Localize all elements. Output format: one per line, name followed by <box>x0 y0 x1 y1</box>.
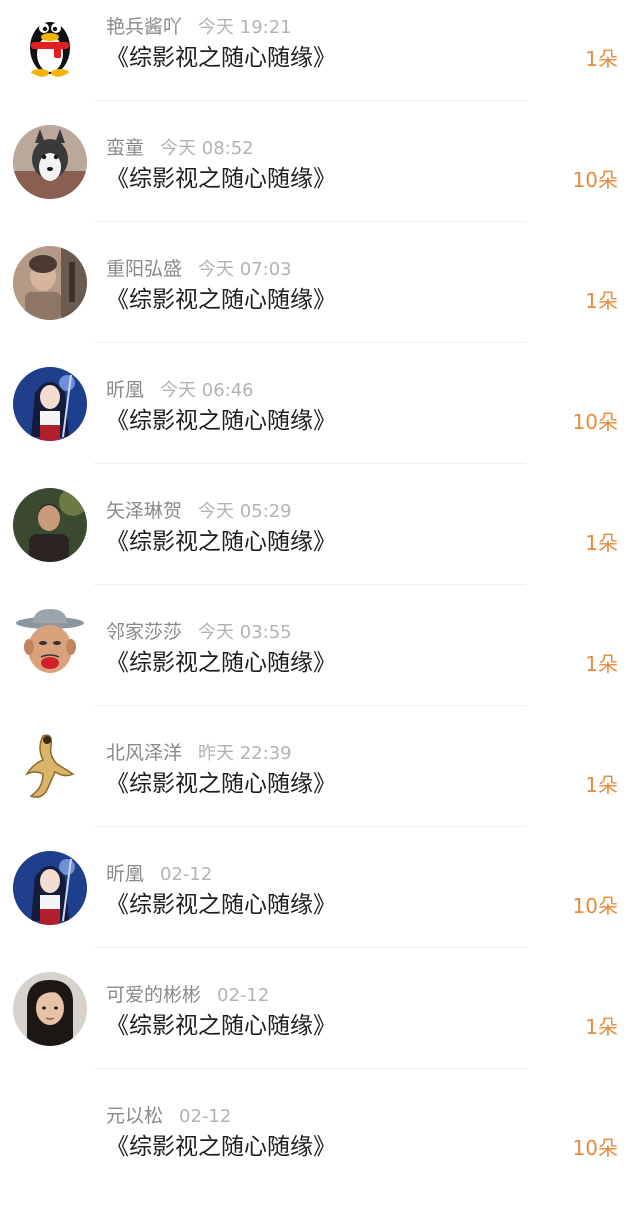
list-item[interactable]: 矢泽琳贺 今天 05:29 《综影视之随心随缘》 1朵 <box>0 484 640 605</box>
list-item[interactable]: 重阳弘盛 今天 07:03 《综影视之随心随缘》 1朵 <box>0 242 640 363</box>
gift-record-list: 艳兵酱吖 今天 19:21 《综影视之随心随缘》 1朵 蛮童 今天 08:52 《综… <box>0 0 640 1175</box>
book-title[interactable]: 《综影视之随心随缘》 <box>106 159 336 193</box>
timestamp: 今天 06:46 <box>160 380 254 401</box>
item-meta: 蛮童 今天 08:52 <box>106 133 254 159</box>
timestamp: 02-12 <box>179 1106 232 1127</box>
gift-count: 1朵 <box>585 773 618 797</box>
item-meta: 邻家莎莎 今天 03:55 <box>106 617 292 643</box>
user-name[interactable]: 元以松 <box>106 1105 163 1127</box>
item-meta: 重阳弘盛 今天 07:03 <box>106 254 292 280</box>
timestamp: 今天 05:29 <box>198 501 292 522</box>
divider <box>94 826 526 827</box>
item-meta: 北风泽洋 昨天 22:39 <box>106 738 292 764</box>
husky-dog-avatar[interactable] <box>13 125 87 199</box>
divider <box>94 947 526 948</box>
gift-count: 1朵 <box>585 47 618 71</box>
item-meta: 昕凰 02-12 <box>106 859 212 885</box>
gift-count: 10朵 <box>572 168 618 192</box>
book-title[interactable]: 《综影视之随心随缘》 <box>106 280 336 314</box>
person-photo-avatar[interactable] <box>13 488 87 562</box>
list-item[interactable]: 昕凰 02-12 《综影视之随心随缘》 10朵 <box>0 847 640 968</box>
gift-count: 10朵 <box>572 1136 618 1160</box>
divider <box>94 221 526 222</box>
book-title[interactable]: 《综影视之随心随缘》 <box>106 522 336 556</box>
anime-girl-avatar[interactable] <box>13 367 87 441</box>
gift-count: 1朵 <box>585 531 618 555</box>
user-name[interactable]: 可爱的彬彬 <box>106 984 201 1006</box>
book-title[interactable]: 《综影视之随心随缘》 <box>106 1127 336 1161</box>
user-name[interactable]: 北风泽洋 <box>106 742 182 764</box>
item-meta: 可爱的彬彬 02-12 <box>106 980 269 1006</box>
gift-count: 10朵 <box>572 410 618 434</box>
book-title[interactable]: 《综影视之随心随缘》 <box>106 643 336 677</box>
timestamp: 02-12 <box>160 864 213 885</box>
photo-avatar[interactable] <box>13 246 87 320</box>
gift-count: 1朵 <box>585 1015 618 1039</box>
gift-count: 1朵 <box>585 289 618 313</box>
divider <box>94 584 526 585</box>
user-name[interactable]: 重阳弘盛 <box>106 258 182 280</box>
selfie-avatar[interactable] <box>13 972 87 1046</box>
timestamp: 今天 08:52 <box>160 138 254 159</box>
list-item[interactable]: 昕凰 今天 06:46 《综影视之随心随缘》 10朵 <box>0 363 640 484</box>
divider <box>94 342 526 343</box>
blank-avatar[interactable] <box>13 1093 87 1167</box>
item-meta: 昕凰 今天 06:46 <box>106 375 254 401</box>
user-name[interactable]: 昕凰 <box>106 863 144 885</box>
item-meta: 艳兵酱吖 今天 19:21 <box>106 12 292 38</box>
item-meta: 矢泽琳贺 今天 05:29 <box>106 496 292 522</box>
user-name[interactable]: 昕凰 <box>106 379 144 401</box>
list-item[interactable]: 元以松 02-12 《综影视之随心随缘》 10朵 <box>0 1089 640 1210</box>
list-item[interactable]: 艳兵酱吖 今天 19:21 《综影视之随心随缘》 1朵 <box>0 0 640 121</box>
anime-girl-avatar[interactable] <box>13 851 87 925</box>
timestamp: 昨天 22:39 <box>198 743 292 764</box>
user-name[interactable]: 矢泽琳贺 <box>106 500 182 522</box>
qq-penguin-avatar[interactable] <box>13 4 87 78</box>
timestamp: 今天 03:55 <box>198 622 292 643</box>
list-item[interactable]: 蛮童 今天 08:52 《综影视之随心随缘》 10朵 <box>0 121 640 242</box>
divider <box>94 705 526 706</box>
divider <box>94 463 526 464</box>
gift-count: 1朵 <box>585 652 618 676</box>
gift-count: 10朵 <box>572 894 618 918</box>
book-title[interactable]: 《综影视之随心随缘》 <box>106 1006 336 1040</box>
timestamp: 今天 19:21 <box>198 17 292 38</box>
cartoon-man-avatar[interactable] <box>13 609 87 683</box>
book-title[interactable]: 《综影视之随心随缘》 <box>106 885 336 919</box>
book-title[interactable]: 《综影视之随心随缘》 <box>106 38 336 72</box>
book-title[interactable]: 《综影视之随心随缘》 <box>106 764 336 798</box>
divider <box>94 100 526 101</box>
divider <box>94 1068 526 1069</box>
book-title[interactable]: 《综影视之随心随缘》 <box>106 401 336 435</box>
user-name[interactable]: 蛮童 <box>106 137 144 159</box>
list-item[interactable]: 邻家莎莎 今天 03:55 《综影视之随心随缘》 1朵 <box>0 605 640 726</box>
list-item[interactable]: 北风泽洋 昨天 22:39 《综影视之随心随缘》 1朵 <box>0 726 640 847</box>
user-name[interactable]: 艳兵酱吖 <box>106 16 182 38</box>
list-item[interactable]: 可爱的彬彬 02-12 《综影视之随心随缘》 1朵 <box>0 968 640 1089</box>
timestamp: 02-12 <box>217 985 270 1006</box>
item-meta: 元以松 02-12 <box>106 1101 231 1127</box>
user-name[interactable]: 邻家莎莎 <box>106 621 182 643</box>
timestamp: 今天 07:03 <box>198 259 292 280</box>
sketch-figure-avatar[interactable] <box>13 730 87 804</box>
